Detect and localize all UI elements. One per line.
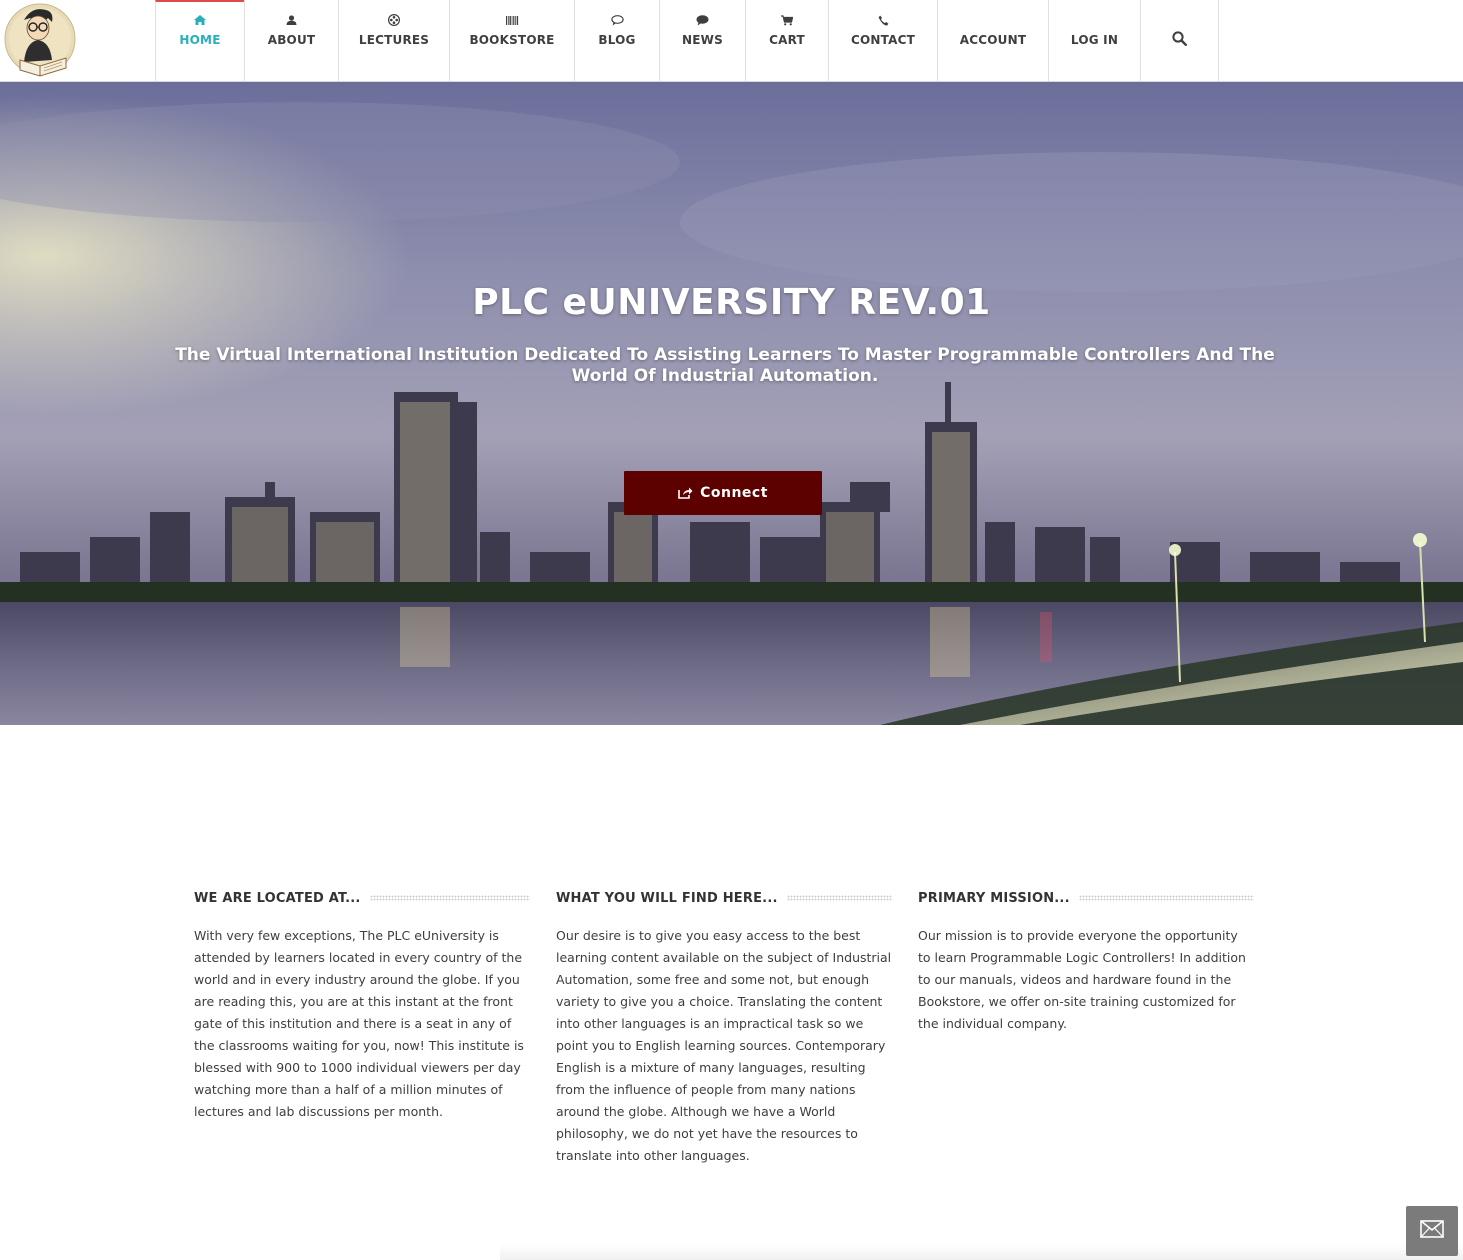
bottom-shadow <box>500 1244 1463 1260</box>
nav-item-news[interactable]: NEWS <box>659 0 745 81</box>
city-skyline-image <box>0 82 1463 725</box>
nav-item-cart[interactable]: CART <box>745 0 828 81</box>
column-text: Our mission is to provide everyone the o… <box>918 928 1246 1031</box>
connect-button-label: Connect <box>700 485 768 501</box>
connect-button[interactable]: Connect <box>624 471 822 515</box>
dotted-divider <box>1078 895 1254 901</box>
info-column-mission: PRIMARY MISSION... Our mission is to pro… <box>918 888 1254 1035</box>
column-text: With very few exceptions, The PLC eUnive… <box>194 928 524 1119</box>
hero-subtitle: The Virtual International Institution De… <box>175 345 1275 386</box>
comment-icon <box>695 13 711 27</box>
search-icon <box>1172 31 1188 50</box>
nav-label: BOOKSTORE <box>469 33 555 47</box>
nav-item-contact[interactable]: CONTACT <box>828 0 937 81</box>
share-icon <box>678 487 693 499</box>
info-column-content: WHAT YOU WILL FIND HERE... Our desire is… <box>556 888 892 1167</box>
cart-icon <box>779 13 795 27</box>
nav-item-account[interactable]: ACCOUNT <box>937 0 1048 81</box>
nav-item-blog[interactable]: BLOG <box>574 0 659 81</box>
nav-label: LECTURES <box>358 33 430 47</box>
column-text: Our desire is to give you easy access to… <box>556 928 892 1163</box>
nav-label: CART <box>769 33 805 47</box>
nav-label: BLOG <box>598 33 636 47</box>
contact-mail-button[interactable] <box>1406 1206 1458 1256</box>
site-logo[interactable] <box>4 2 78 79</box>
main-nav: HOME ABOUT LECTURES BOOKSTORE BLOG NEWS … <box>155 0 1141 81</box>
phone-icon <box>875 13 891 27</box>
user-icon <box>284 13 300 27</box>
comment-outline-icon <box>609 13 625 27</box>
nav-label: CONTACT <box>851 33 915 47</box>
site-header: HOME ABOUT LECTURES BOOKSTORE BLOG NEWS … <box>0 0 1463 82</box>
nav-label: HOME <box>179 33 221 47</box>
column-title: WE ARE LOCATED AT... <box>194 890 361 906</box>
dotted-divider <box>369 895 530 901</box>
nav-item-bookstore[interactable]: BOOKSTORE <box>449 0 574 81</box>
nav-item-lectures[interactable]: LECTURES <box>338 0 449 81</box>
nav-label: LOG IN <box>1070 33 1119 47</box>
home-icon <box>192 13 208 27</box>
film-reel-icon <box>386 13 402 27</box>
hero-banner: PLC eUNIVERSITY REV.01 The Virtual Inter… <box>0 82 1463 725</box>
nav-label: NEWS <box>682 33 723 47</box>
barcode-icon <box>504 13 520 27</box>
hero-title: PLC eUNIVERSITY REV.01 <box>472 282 991 323</box>
search-button[interactable] <box>1141 0 1219 81</box>
info-column-location: WE ARE LOCATED AT... With very few excep… <box>194 888 530 1123</box>
column-title: WHAT YOU WILL FIND HERE... <box>556 890 778 906</box>
nav-label: ACCOUNT <box>959 33 1027 47</box>
dotted-divider <box>786 895 892 901</box>
mail-icon <box>1420 1220 1444 1242</box>
nav-label: ABOUT <box>267 33 316 47</box>
nav-item-about[interactable]: ABOUT <box>244 0 338 81</box>
nav-item-home[interactable]: HOME <box>155 0 244 81</box>
nav-item-login[interactable]: LOG IN <box>1048 0 1141 81</box>
column-title: PRIMARY MISSION... <box>918 890 1070 906</box>
info-columns: WE ARE LOCATED AT... With very few excep… <box>194 888 1256 1178</box>
